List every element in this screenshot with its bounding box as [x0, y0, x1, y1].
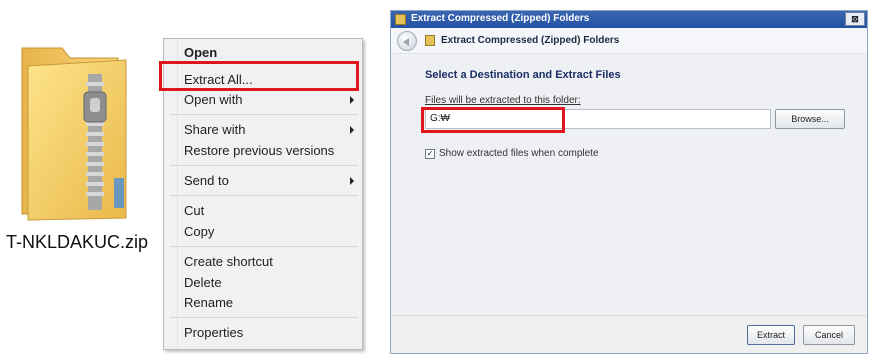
menu-item-cut[interactable]: Cut — [184, 203, 204, 218]
menu-separator — [170, 165, 358, 166]
menu-separator — [170, 195, 358, 196]
dialog-heading: Select a Destination and Extract Files — [425, 69, 621, 81]
browse-button[interactable]: Browse... — [775, 109, 845, 129]
folder-icon — [425, 35, 435, 46]
menu-item-create-shortcut[interactable]: Create shortcut — [184, 254, 273, 269]
highlight-box-destination — [421, 107, 565, 133]
submenu-arrow-icon — [350, 177, 354, 185]
zip-folder-icon — [395, 14, 406, 25]
file-name-label[interactable]: T-NKLDAKUC.zip — [6, 232, 148, 253]
cancel-button[interactable]: Cancel — [803, 325, 855, 345]
dialog-titlebar[interactable]: Extract Compressed (Zipped) Folders ⊠ — [391, 11, 867, 28]
show-files-label[interactable]: Show extracted files when complete — [439, 148, 599, 159]
menu-item-properties[interactable]: Properties — [184, 325, 243, 340]
menu-item-rename[interactable]: Rename — [184, 295, 233, 310]
menu-separator — [170, 114, 358, 115]
submenu-arrow-icon — [350, 96, 354, 104]
extract-dialog: Extract Compressed (Zipped) Folders ⊠ Ex… — [390, 10, 868, 354]
menu-separator — [170, 317, 358, 318]
extract-button[interactable]: Extract — [747, 325, 795, 345]
menu-item-copy[interactable]: Copy — [184, 224, 214, 239]
back-arrow-icon[interactable] — [397, 31, 417, 51]
destination-label: Files will be extracted to this folder: — [425, 95, 581, 106]
close-button[interactable]: ⊠ — [845, 12, 865, 26]
menu-item-open-with[interactable]: Open with — [184, 92, 243, 107]
menu-item-send-to[interactable]: Send to — [184, 173, 229, 188]
menu-item-restore-previous-versions[interactable]: Restore previous versions — [184, 143, 334, 158]
divider — [380, 0, 390, 356]
dialog-footer: Extract Cancel — [391, 315, 867, 353]
zip-folder-icon[interactable] — [14, 38, 134, 222]
dialog-window-title: Extract Compressed (Zipped) Folders — [411, 13, 590, 24]
menu-item-open[interactable]: Open — [184, 45, 217, 60]
show-files-checkbox[interactable]: ✓ — [425, 149, 435, 159]
menu-item-share-with[interactable]: Share with — [184, 122, 245, 137]
dialog-nav-bar: Extract Compressed (Zipped) Folders — [391, 28, 867, 54]
submenu-arrow-icon — [350, 126, 354, 134]
highlight-box-extract-all — [159, 61, 359, 91]
menu-item-delete[interactable]: Delete — [184, 275, 222, 290]
explorer-pane: T-NKLDAKUC.zip Open Extract All... Open … — [0, 0, 380, 356]
dialog-content: Select a Destination and Extract Files F… — [391, 55, 867, 317]
menu-separator — [170, 246, 358, 247]
dialog-nav-title: Extract Compressed (Zipped) Folders — [441, 35, 620, 46]
